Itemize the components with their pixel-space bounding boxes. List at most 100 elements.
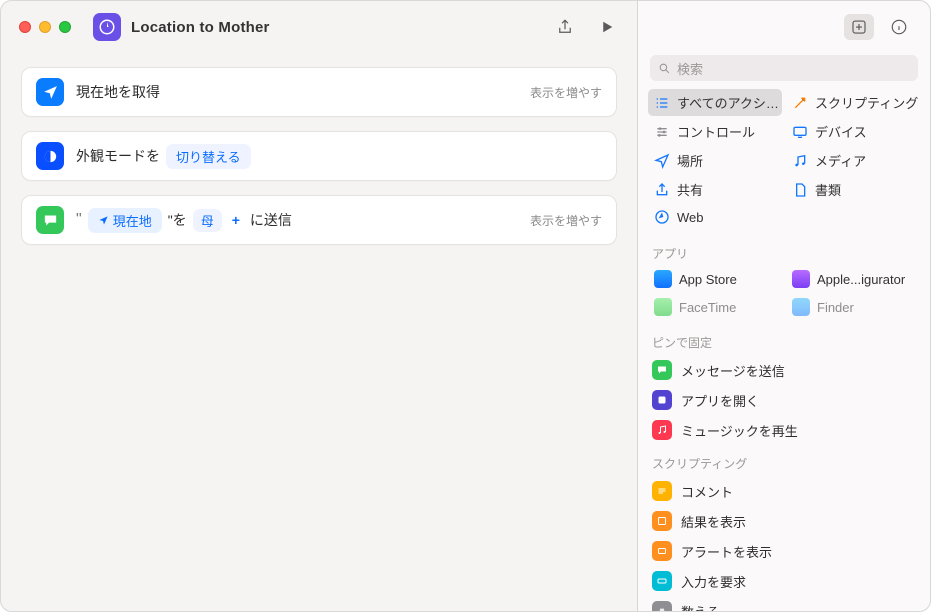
close-window-button[interactable] (19, 21, 31, 33)
configurator-icon (792, 270, 810, 288)
row-label: アラートを表示 (681, 542, 772, 561)
finder-icon (792, 298, 810, 316)
app-facetime[interactable]: FaceTime (648, 294, 782, 320)
row-label: ミュージックを再生 (681, 421, 798, 440)
comment-icon (652, 481, 672, 501)
show-more-link[interactable]: 表示を増やす (530, 212, 602, 229)
run-button[interactable] (591, 13, 623, 41)
count-icon (652, 601, 672, 611)
messages-icon (652, 360, 672, 380)
action-toggle-appearance[interactable]: 外観モードを 切り替える (21, 131, 617, 181)
category-label: 場所 (677, 151, 703, 170)
list-icon (654, 95, 670, 111)
category-scripting[interactable]: スクリプティング (786, 89, 920, 116)
category-label: 共有 (677, 180, 703, 199)
scripting-header: スクリプティング (638, 445, 930, 476)
row-label: 入力を要求 (681, 572, 746, 591)
category-web[interactable]: Web (648, 205, 782, 229)
document-icon (792, 182, 808, 198)
app-label: Apple...igurator (817, 272, 905, 287)
action-parameter-toggle[interactable]: 切り替える (166, 144, 251, 169)
action-get-current-location[interactable]: 現在地を取得 表示を増やす (21, 67, 617, 117)
zoom-window-button[interactable] (59, 21, 71, 33)
category-media[interactable]: メディア (786, 147, 920, 174)
row-label: 結果を表示 (681, 512, 746, 531)
show-more-link[interactable]: 表示を増やす (530, 84, 602, 101)
window-controls (19, 21, 71, 33)
library-view-button[interactable] (844, 14, 874, 40)
category-location[interactable]: 場所 (648, 147, 782, 174)
open-app-icon (652, 390, 672, 410)
music-icon (652, 420, 672, 440)
category-grid: すべてのアクシ… スクリプティング コントロール デバイス 場所 メディア (638, 89, 930, 235)
recipient-mother[interactable]: 母 (193, 209, 222, 232)
workflow-actions: 現在地を取得 表示を増やす 外観モードを 切り替える (1, 53, 637, 611)
action-label: 現在地を取得 (76, 82, 160, 102)
location-icon (36, 78, 64, 106)
share-icon (654, 182, 670, 198)
category-label: Web (677, 210, 704, 225)
app-finder[interactable]: Finder (786, 294, 920, 320)
app-configurator[interactable]: Apple...igurator (786, 266, 920, 292)
editor-toolbar: Location to Mother (1, 1, 637, 53)
location-arrow-icon (654, 153, 670, 169)
action-label: 外観モードを (76, 146, 160, 166)
row-label: コメント (681, 482, 733, 501)
pinned-header: ピンで固定 (638, 324, 930, 355)
app-appstore[interactable]: App Store (648, 266, 782, 292)
share-button[interactable] (549, 13, 581, 41)
pinned-send-message[interactable]: メッセージを送信 (638, 355, 930, 385)
category-label: デバイス (815, 122, 867, 141)
action-send-message[interactable]: " 現在地 "を 母 + に送信 表示を増やす (21, 195, 617, 245)
row-label: アプリを開く (681, 391, 759, 410)
library-pane: 検索 すべてのアクシ… スクリプティング コントロール デバイス 場所 (638, 1, 930, 611)
category-devices[interactable]: デバイス (786, 118, 920, 145)
display-icon (792, 124, 808, 140)
music-note-icon (792, 153, 808, 169)
editor-pane: Location to Mother 現在地を取得 表示を増やす (1, 1, 638, 611)
category-all-actions[interactable]: すべてのアクシ… (648, 89, 782, 116)
apps-header: アプリ (638, 235, 930, 266)
category-controls[interactable]: コントロール (648, 118, 782, 145)
shortcut-title: Location to Mother (131, 19, 270, 36)
app-label: App Store (679, 272, 737, 287)
appstore-icon (654, 270, 672, 288)
scripting-comment[interactable]: コメント (638, 476, 930, 506)
wand-icon (792, 95, 808, 111)
category-label: コントロール (677, 122, 755, 141)
library-search[interactable]: 検索 (650, 55, 918, 81)
safari-icon (654, 209, 670, 225)
pinned-play-music[interactable]: ミュージックを再生 (638, 415, 930, 445)
scripting-show-alert[interactable]: アラートを表示 (638, 536, 930, 566)
category-label: すべてのアクシ… (677, 93, 779, 112)
category-sharing[interactable]: 共有 (648, 176, 782, 203)
message-mid-text: "を (168, 210, 187, 230)
variable-current-location[interactable]: 現在地 (88, 208, 162, 233)
variable-label: 現在地 (113, 211, 152, 230)
apps-grid: App Store Apple...igurator FaceTime Find… (638, 266, 930, 324)
pinned-open-app[interactable]: アプリを開く (638, 385, 930, 415)
app-window: Location to Mother 現在地を取得 表示を増やす (0, 0, 931, 612)
app-label: Finder (817, 300, 854, 315)
add-recipient-button[interactable]: + (228, 212, 244, 228)
input-icon (652, 571, 672, 591)
category-documents[interactable]: 書類 (786, 176, 920, 203)
search-placeholder: 検索 (677, 59, 703, 78)
message-suffix-text: に送信 (250, 210, 292, 230)
row-label: 数える (681, 602, 720, 612)
appearance-icon (36, 142, 64, 170)
open-quote: " (76, 211, 82, 229)
scripting-count[interactable]: 数える (638, 596, 930, 611)
minimize-window-button[interactable] (39, 21, 51, 33)
sliders-icon (654, 124, 670, 140)
app-label: FaceTime (679, 300, 736, 315)
scripting-show-result[interactable]: 結果を表示 (638, 506, 930, 536)
shortcut-app-icon (93, 13, 121, 41)
library-scroll[interactable]: アプリ App Store Apple...igurator FaceTime … (638, 235, 930, 611)
scripting-ask-input[interactable]: 入力を要求 (638, 566, 930, 596)
result-icon (652, 511, 672, 531)
messages-icon (36, 206, 64, 234)
info-button[interactable] (884, 14, 914, 40)
row-label: メッセージを送信 (681, 361, 785, 380)
category-label: スクリプティング (815, 93, 918, 112)
